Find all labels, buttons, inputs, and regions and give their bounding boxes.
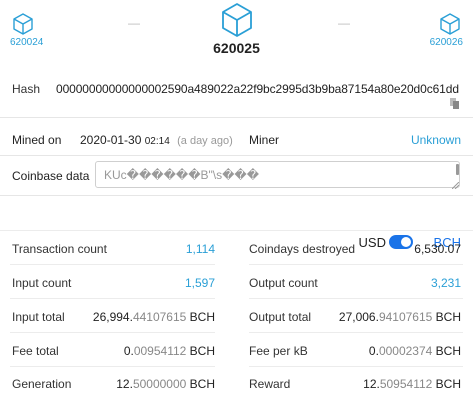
divider <box>0 155 473 156</box>
divider <box>249 298 463 299</box>
divider <box>10 264 215 265</box>
coinbase-scrollbar[interactable] <box>456 164 459 175</box>
input-total-label: Input total <box>12 310 65 324</box>
miner-label: Miner <box>249 133 280 147</box>
divider <box>10 332 215 333</box>
reward-value: 12.50954112 BCH <box>363 377 461 391</box>
miner-link[interactable]: Unknown <box>411 133 461 147</box>
fee-total-value: 0.00954112 BCH <box>124 344 215 358</box>
current-block: 620025 <box>0 2 473 56</box>
value-integer: 12. <box>363 377 380 391</box>
divider <box>0 117 473 118</box>
value-integer: 0. <box>123 344 134 358</box>
coinbase-data-field[interactable]: KUc������B"\s��� <box>95 161 460 188</box>
hash-value: 00000000000000002590a489022a22f9bc2995d3… <box>56 82 459 96</box>
divider <box>0 195 473 196</box>
transaction-count-value[interactable]: 1,114 <box>186 242 215 256</box>
mined-date: 2020-01-30 <box>80 133 142 147</box>
value-decimals: 50000000 <box>132 377 187 391</box>
mined-ago: (a day ago) <box>177 135 233 147</box>
value-integer: 27,006. <box>338 310 379 324</box>
generation-value: 12.50000000 BCH <box>116 377 215 391</box>
value-unit: BCH <box>186 344 215 358</box>
current-block-number: 620025 <box>213 40 260 56</box>
block-cube-icon <box>439 12 461 36</box>
value-unit: BCH <box>432 310 461 324</box>
transaction-count-label: Transaction count <box>12 242 107 256</box>
value-decimals: 50954112 <box>379 377 433 391</box>
output-total-label: Output total <box>249 310 312 324</box>
nav-separator: — <box>338 16 350 30</box>
value-decimals: 00954112 <box>133 344 187 358</box>
value-unit: BCH <box>186 310 215 324</box>
resize-handle-icon[interactable] <box>451 176 460 194</box>
fee-per-kb-value: 0.00002374 BCH <box>369 344 461 358</box>
next-block-link[interactable]: 620026 <box>430 12 463 48</box>
divider <box>249 332 463 333</box>
mined-time: 02:14 <box>144 136 170 147</box>
value-integer: 26,994. <box>92 310 133 324</box>
divider <box>249 264 463 265</box>
reward-label: Reward <box>249 377 291 391</box>
value-decimals: 00002374 <box>378 344 433 358</box>
block-cube-icon <box>220 2 254 38</box>
value-unit: BCH <box>186 377 215 391</box>
next-block-number[interactable]: 620026 <box>430 37 463 48</box>
value-integer: 0. <box>368 344 379 358</box>
divider <box>10 366 215 367</box>
coindays-destroyed-label: Coindays destroyed <box>249 242 356 256</box>
output-count-value[interactable]: 3,231 <box>431 276 461 290</box>
value-integer: 12. <box>116 377 133 391</box>
coindays-destroyed-value: 6,530.07 <box>414 242 461 256</box>
output-count-label: Output count <box>249 276 318 290</box>
copy-icon[interactable] <box>450 96 459 114</box>
fee-per-kb-label: Fee per kB <box>249 344 308 358</box>
divider <box>249 366 463 367</box>
value-unit: BCH <box>432 377 461 391</box>
generation-label: Generation <box>12 377 72 391</box>
divider <box>10 298 215 299</box>
fee-total-label: Fee total <box>12 344 59 358</box>
value-decimals: 44107615 <box>132 310 187 324</box>
value-decimals: 94107615 <box>378 310 433 324</box>
divider <box>0 230 473 231</box>
mined-on-label: Mined on <box>12 133 62 147</box>
mined-on-value: 2020-01-30 02:14 (a day ago) <box>80 133 233 147</box>
input-total-value: 26,994.44107615 BCH <box>93 310 215 324</box>
input-count-value[interactable]: 1,597 <box>185 276 215 290</box>
currency-toggle[interactable] <box>389 235 413 249</box>
coinbase-label: Coinbase data <box>12 169 90 183</box>
value-unit: BCH <box>432 344 461 358</box>
toggle-knob <box>401 237 411 247</box>
input-count-label: Input count <box>12 276 72 290</box>
hash-label: Hash <box>12 82 41 96</box>
usd-label[interactable]: USD <box>359 235 386 250</box>
output-total-value: 27,006.94107615 BCH <box>339 310 461 324</box>
